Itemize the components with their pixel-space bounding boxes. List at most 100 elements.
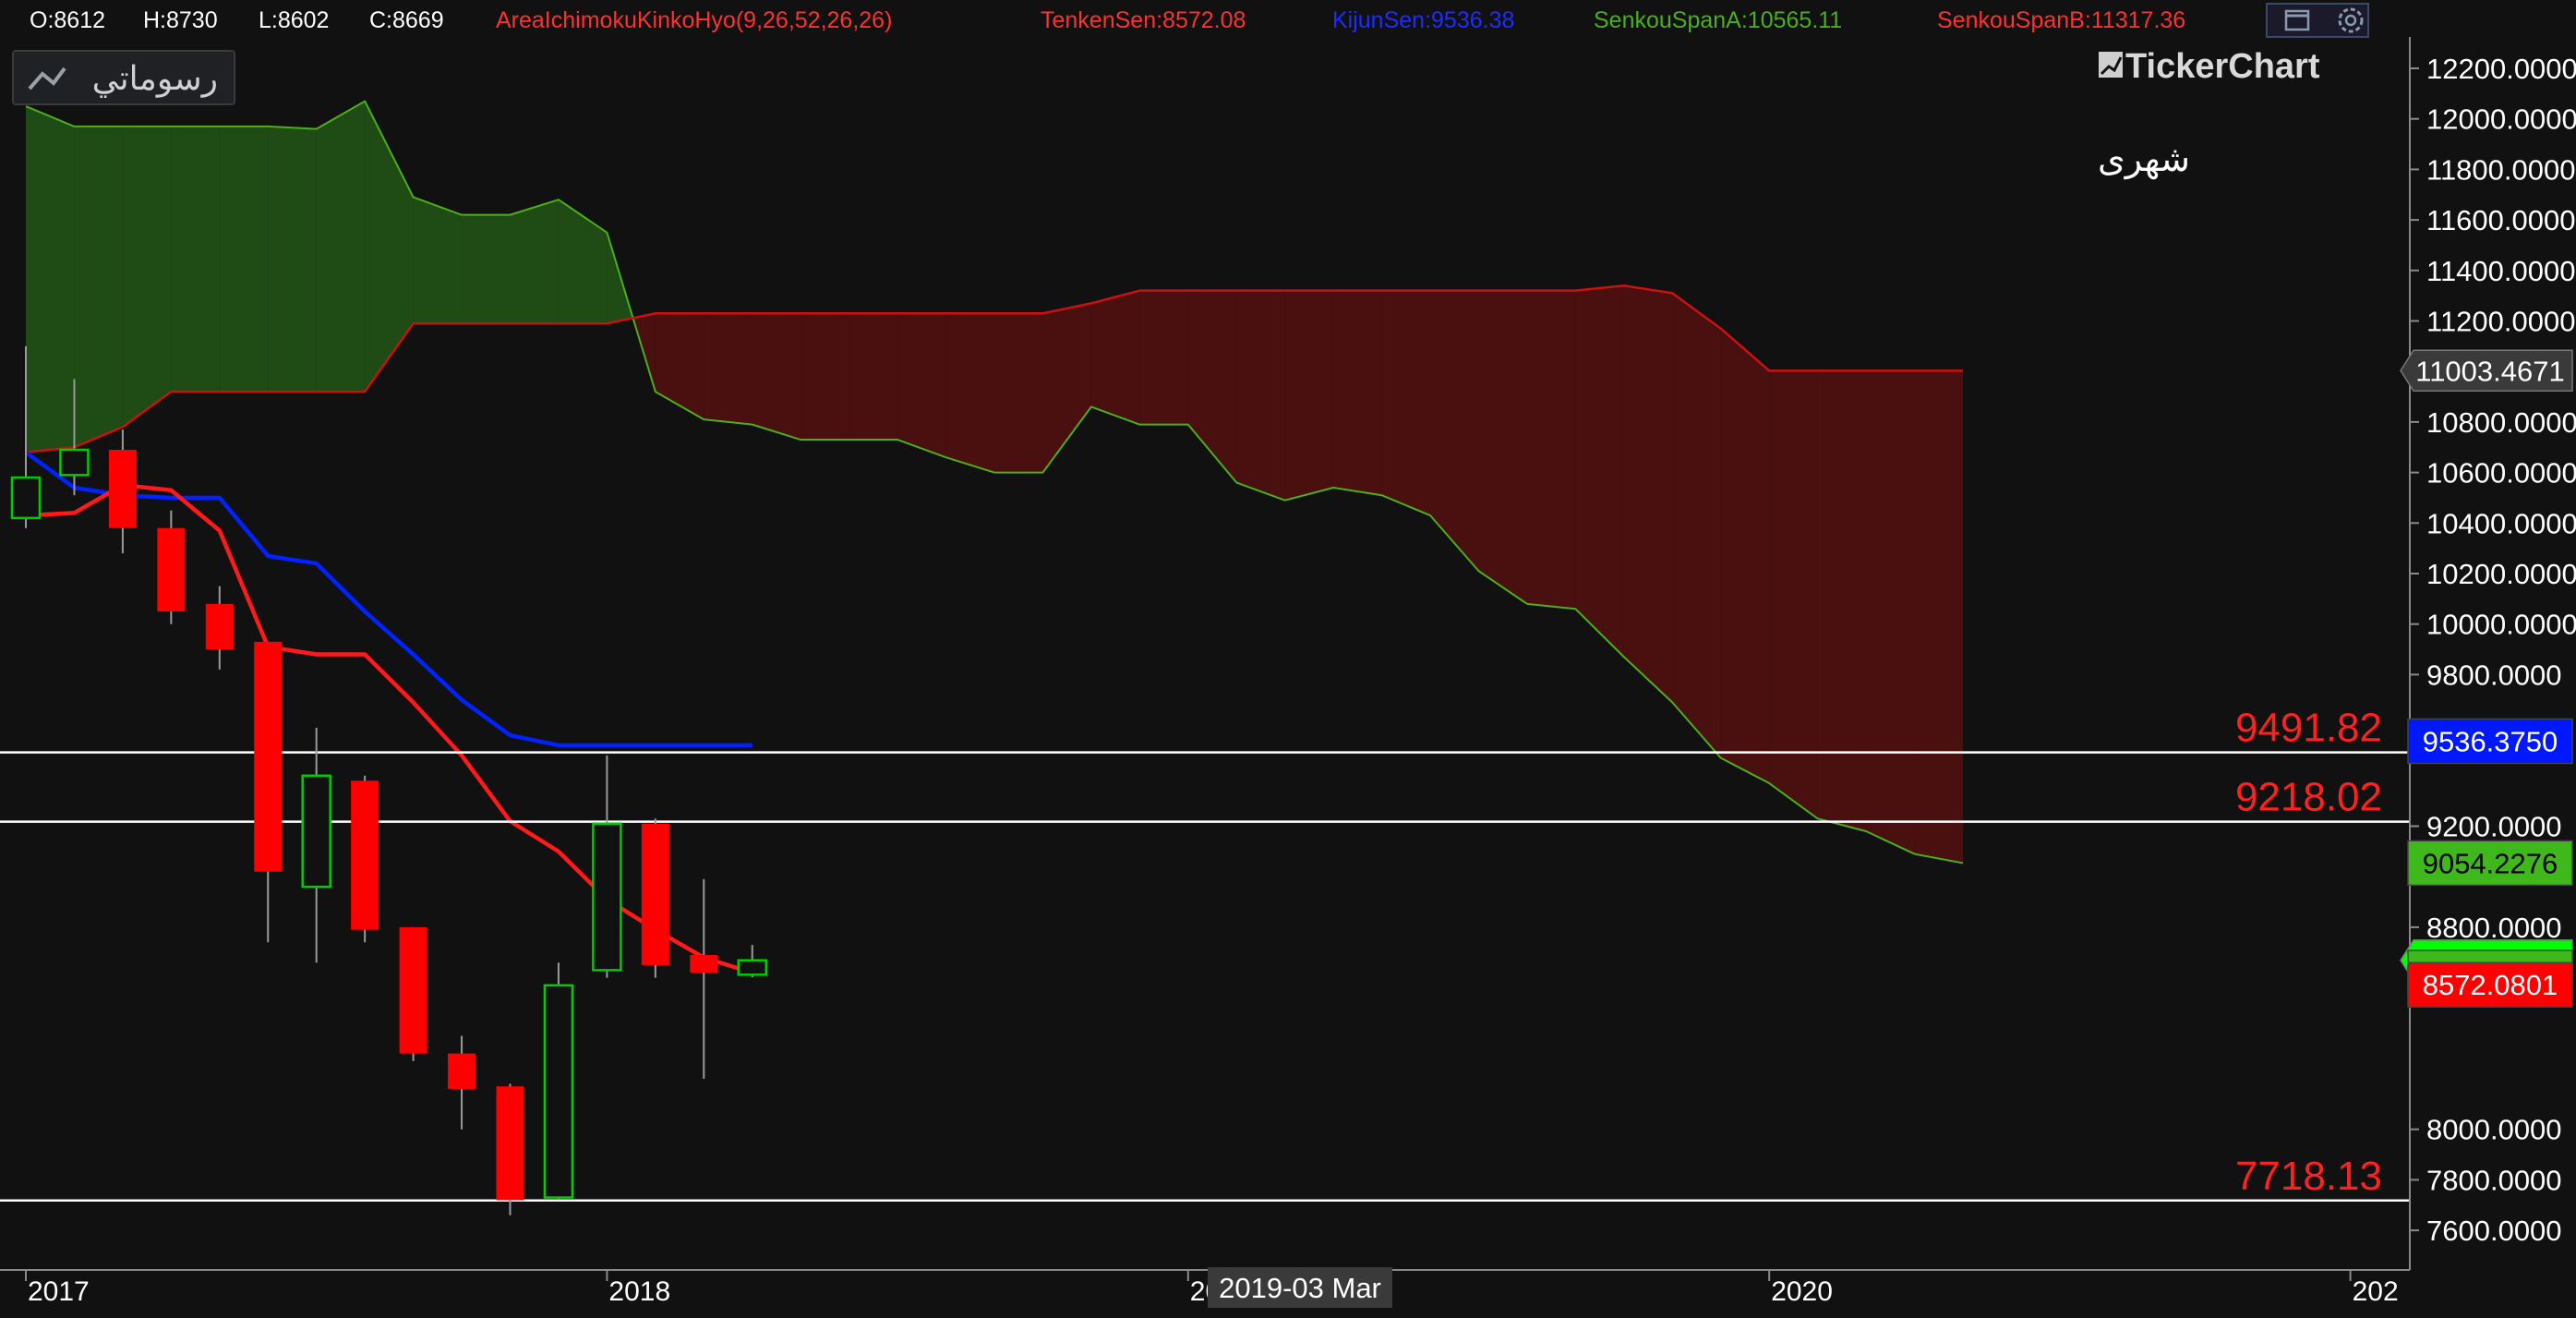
candle-body-down (351, 780, 379, 930)
cloud-segment (1236, 290, 1285, 501)
my-drawings-button[interactable]: رسوماتي (12, 50, 235, 105)
candle-body-up (543, 984, 574, 1199)
price-tag: 9536.3750 (2407, 718, 2573, 765)
cloud-segment (752, 313, 801, 441)
cloud-segment (462, 214, 511, 324)
cloud-segment (1866, 370, 1915, 854)
price-tag-label: 11003.4671 (2415, 355, 2564, 387)
candle-body-up (592, 822, 622, 972)
ohlc-open: O:8612 (30, 7, 105, 33)
cloud-segment (316, 101, 366, 393)
my-drawings-label: رسوماتي (92, 59, 218, 98)
y-tick-label: 10400.0000 (2426, 507, 2576, 539)
cloud-segment (800, 313, 849, 441)
cloud-segment (1526, 290, 1576, 610)
horizontal-line-label: 9491.82 (2235, 706, 2382, 751)
cloud-segment (1284, 290, 1334, 501)
candle-body-down (108, 449, 137, 528)
window-controls (2266, 3, 2369, 38)
cloud-segment (1817, 370, 1867, 831)
y-tick-label: 8800.0000 (2426, 912, 2562, 944)
cloud-segment (1672, 293, 1721, 758)
indicator-name: AreaIchimokuKinkoHyo(9,26,52,26,26) (496, 7, 892, 33)
cloud-segment (74, 126, 123, 448)
candle-body-up (301, 774, 331, 889)
candle-body-down (448, 1053, 476, 1089)
cloud-segment (704, 313, 752, 425)
cloud-segment (1575, 285, 1624, 658)
candle-body-down (690, 954, 718, 973)
tickerchart-logo: TickerChart (2099, 47, 2320, 86)
price-tag: 9054.2276 (2407, 840, 2573, 887)
candle-body-down (157, 527, 186, 612)
brand-name: TickerChart (2125, 47, 2320, 86)
y-tick-label: 11800.0000 (2426, 153, 2575, 186)
x-tick-label: 2018 (608, 1276, 670, 1307)
y-tick-label: 9800.0000 (2426, 659, 2562, 691)
y-tick-label: 11600.0000 (2426, 204, 2575, 236)
price-tag-label: 8572.0801 (2423, 969, 2558, 1001)
y-tick-label: 9200.0000 (2426, 811, 2562, 843)
cloud-segment (849, 313, 898, 441)
candle-body-down (641, 823, 669, 965)
candle-body-down (254, 641, 283, 872)
period-label: شهرى (2098, 140, 2190, 180)
x-tick-label: 2017 (28, 1276, 90, 1307)
crosshair-date: 2019-03 Mar (1219, 1272, 1381, 1304)
x-tick-label: 202 (2353, 1276, 2399, 1307)
candle-body-up (59, 448, 90, 477)
chart-window[interactable]: 9491.82 9218.02 7718.13 12200.0000 12000.00… (0, 0, 2576, 1313)
kijun-value: KijunSen:9536.38 (1332, 7, 1514, 33)
candle[interactable] (641, 818, 669, 978)
y-tick-label: 10200.0000 (2426, 558, 2576, 590)
cloud-segment (1090, 290, 1140, 425)
candle[interactable] (351, 775, 379, 943)
y-tick-label: 10800.0000 (2426, 406, 2576, 439)
candle-body-up (737, 959, 767, 976)
y-tick-label: 10000.0000 (2426, 609, 2576, 641)
tickerchart-icon (2099, 52, 2123, 78)
cloud-segment (510, 200, 559, 324)
ohlc-close: C:8669 (369, 7, 444, 33)
cloud-segment (945, 313, 994, 473)
cloud-segment (268, 126, 317, 393)
cloud-segment (1139, 290, 1188, 425)
cloud-segment (1623, 285, 1673, 703)
y-tick-label: 11200.0000 (2426, 306, 2575, 338)
cloud-segment (1478, 290, 1527, 604)
ichimoku-chart[interactable]: 9491.82 9218.02 7718.13 12200.0000 12000.00… (0, 0, 2576, 1313)
crosshair-date-tag: 2019-03 Mar (1208, 1267, 1392, 1308)
y-tick-label: 7800.0000 (2426, 1164, 2562, 1196)
cloud-segment (1914, 370, 1963, 864)
y-tick-label: 10600.0000 (2426, 457, 2576, 490)
cloud-segment (1333, 290, 1382, 496)
span-b-value: SenkouSpanB:11317.36 (1937, 7, 2185, 33)
x-tick-label: 2020 (1771, 1276, 1833, 1307)
cloud-segment (219, 126, 269, 393)
span-a-value: SenkouSpanA:10565.11 (1594, 7, 1842, 33)
price-tag-label: 9054.2276 (2423, 847, 2558, 879)
y-tick-label: 11400.0000 (2426, 255, 2575, 287)
cloud-segment (122, 126, 172, 428)
candle-body-down (205, 603, 234, 650)
y-tick-label: 12000.0000 (2426, 103, 2576, 136)
y-tick-label: 7600.0000 (2426, 1215, 2562, 1247)
y-tick-label: 12200.0000 (2426, 53, 2576, 85)
cloud-segment (994, 313, 1043, 473)
candle[interactable] (496, 1083, 524, 1215)
cloud-segment (413, 197, 463, 324)
candle-body-down (399, 926, 427, 1054)
tenkan-value: TenkenSen:8572.08 (1041, 7, 1246, 33)
horizontal-line-label: 7718.13 (2235, 1154, 2382, 1199)
cloud-segment (171, 126, 220, 393)
ohlc-high: H:8730 (143, 7, 218, 33)
cloud-segment (897, 313, 946, 458)
candle-body-up (10, 476, 42, 520)
ohlc-low: L:8602 (259, 7, 329, 33)
cloud-segment (26, 106, 75, 453)
cloud-segment (1381, 290, 1431, 516)
candle[interactable] (543, 962, 574, 1201)
price-tag: 11003.4671 (2400, 349, 2573, 393)
candle[interactable] (399, 926, 427, 1061)
cloud-segment (1720, 328, 1770, 784)
